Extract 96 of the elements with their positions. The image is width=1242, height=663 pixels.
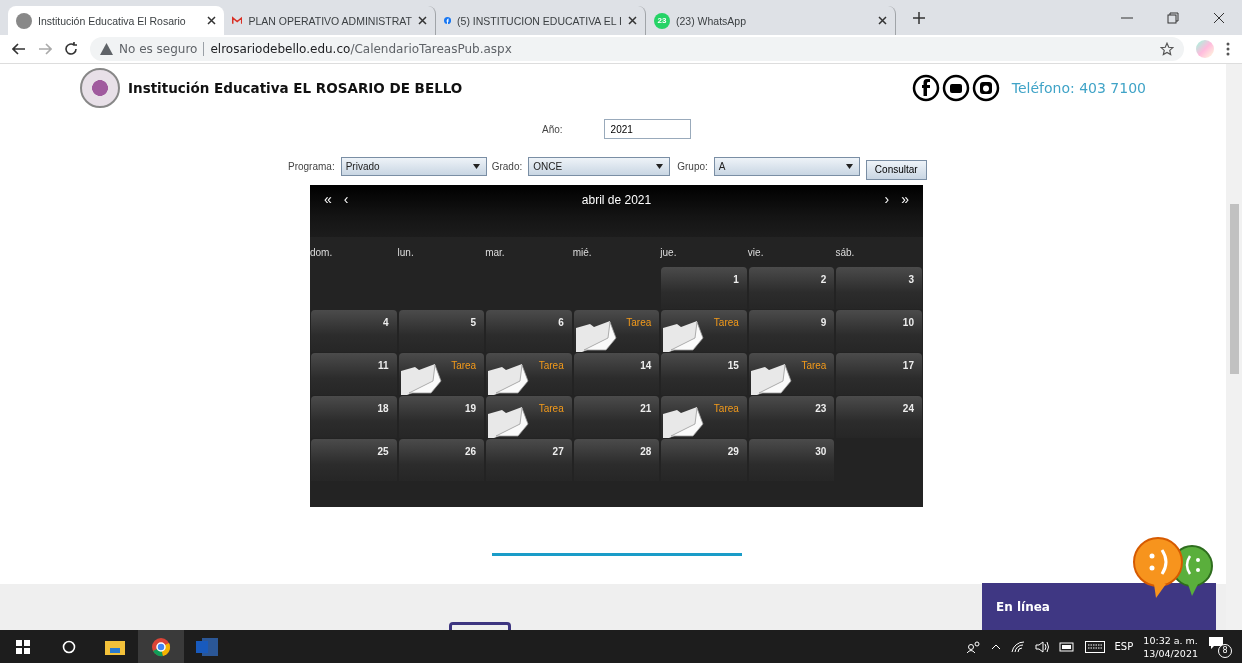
dropdown-caret-icon <box>472 163 480 169</box>
day-cell[interactable]: 1 <box>661 267 747 309</box>
weekday-label: mar. <box>485 246 506 258</box>
day-cell[interactable]: 14 <box>573 353 660 395</box>
star-icon[interactable] <box>1160 42 1174 56</box>
close-tab-icon[interactable] <box>418 16 427 25</box>
battery-icon[interactable] <box>1058 641 1075 652</box>
message-icon <box>1208 635 1224 650</box>
group-label: Grupo: <box>677 160 708 172</box>
day-cell[interactable]: 29 <box>661 439 747 481</box>
task-day-cell[interactable]: Tarea <box>661 396 747 438</box>
browser-app-icon[interactable] <box>138 630 184 663</box>
weekday-label: sáb. <box>835 246 856 258</box>
weekday-label: mié. <box>572 246 593 258</box>
day-cell[interactable]: 26 <box>398 439 485 481</box>
video-icon[interactable] <box>941 73 970 102</box>
day-cell[interactable]: 25 <box>311 439 397 481</box>
warning-icon <box>100 43 113 55</box>
task-day-cell[interactable]: Tarea <box>748 353 835 395</box>
notifications-button[interactable]: 8 <box>1208 635 1232 658</box>
school-logo-icon <box>16 12 32 29</box>
address-bar[interactable]: No es seguro elrosariodebello.edu.co/CalendarioTareasPub.aspx <box>90 37 1184 61</box>
speaker-icon[interactable] <box>1034 640 1049 653</box>
weekday-label: vie. <box>747 246 765 258</box>
facebook-icon[interactable] <box>911 73 940 102</box>
consultar-button[interactable]: Consultar <box>865 159 927 180</box>
wifi-icon[interactable] <box>1010 640 1025 653</box>
close-tab-icon[interactable] <box>878 16 887 25</box>
day-cell[interactable]: 30 <box>748 439 835 481</box>
task-day-cell[interactable]: Tarea <box>573 310 660 352</box>
day-cell[interactable]: 17 <box>836 353 922 395</box>
caret-up-icon[interactable] <box>990 643 1001 650</box>
next-year-button[interactable]: » <box>895 185 915 213</box>
day-cell[interactable]: 23 <box>748 396 835 438</box>
close-tab-icon[interactable] <box>628 16 637 25</box>
clock[interactable]: 10:32 a. m. 13/04/2021 <box>1143 633 1198 660</box>
back-arrow-icon[interactable] <box>12 43 26 55</box>
close-tab-icon[interactable] <box>207 16 216 25</box>
weekday-label: dom. <box>310 246 334 258</box>
task-day-cell[interactable]: Tarea <box>486 353 572 395</box>
day-cell[interactable]: 15 <box>661 353 747 395</box>
mail-icon <box>232 15 243 26</box>
day-cell[interactable]: 4 <box>311 310 397 352</box>
day-cell[interactable]: 2 <box>748 267 835 309</box>
group-select[interactable]: A <box>713 156 860 176</box>
chat-widget[interactable]: En línea <box>982 583 1216 630</box>
year-input[interactable]: 2021 <box>603 119 691 139</box>
new-tab-icon[interactable] <box>913 11 925 24</box>
language-indicator[interactable]: ESP <box>1114 641 1134 652</box>
close-icon[interactable] <box>1213 11 1225 24</box>
day-cell[interactable]: 3 <box>836 267 922 309</box>
grade-select[interactable]: ONCE <box>528 156 671 176</box>
day-cell[interactable]: 28 <box>573 439 660 481</box>
security-label: No es seguro <box>119 42 198 56</box>
day-cell[interactable]: 19 <box>398 396 485 438</box>
url-text: elrosariodebello.edu.co/CalendarioTareasPub.aspx <box>210 42 512 56</box>
task-day-cell[interactable]: Tarea <box>486 396 572 438</box>
reload-icon[interactable] <box>64 42 78 56</box>
phone-number: Teléfono: 403 7100 <box>1011 79 1146 96</box>
camera-icon[interactable] <box>971 73 1000 102</box>
task-day-cell[interactable]: Tarea <box>661 310 747 352</box>
weekday-label: jue. <box>660 246 678 258</box>
program-label: Programa: <box>288 160 335 172</box>
scrollbar[interactable] <box>1226 64 1242 630</box>
menu-icon[interactable] <box>1226 42 1230 56</box>
calendar-title: abril de 2021 <box>580 192 653 207</box>
dropdown-caret-icon <box>845 163 853 169</box>
grade-label: Grado: <box>491 160 523 172</box>
browser-tab[interactable]: (5) INSTITUCION EDUCATIVA EL I <box>436 6 646 35</box>
weekday-label: lun. <box>397 246 415 258</box>
browser-tab[interactable]: 23 (23) WhatsApp <box>646 6 896 35</box>
restore-icon[interactable] <box>1167 11 1179 24</box>
site-title: Institución Educativa EL ROSARIO DE BELLO <box>128 79 463 96</box>
day-cell[interactable]: 5 <box>398 310 485 352</box>
prev-year-button[interactable]: « <box>318 185 338 213</box>
browser-tab[interactable]: Institución Educativa El Rosario <box>8 6 224 35</box>
prev-month-button[interactable]: ‹ <box>337 185 355 213</box>
keyboard-icon[interactable] <box>1084 640 1105 653</box>
browser-tab[interactable]: PLAN OPERATIVO ADMINISTRAT <box>224 6 436 35</box>
dropdown-caret-icon <box>656 163 664 169</box>
people-icon[interactable] <box>966 640 981 653</box>
day-cell[interactable]: 6 <box>486 310 572 352</box>
notification-count: 8 <box>1218 643 1232 658</box>
year-label: Año: <box>542 123 563 135</box>
day-cell[interactable]: 27 <box>486 439 572 481</box>
task-day-cell[interactable]: Tarea <box>398 353 485 395</box>
program-select[interactable]: Privado <box>340 156 487 176</box>
day-cell[interactable]: 11 <box>311 353 397 395</box>
day-cell[interactable]: 9 <box>748 310 835 352</box>
day-cell[interactable]: 24 <box>836 396 922 438</box>
school-logo <box>80 67 120 108</box>
chat-badge: 23 <box>654 12 670 29</box>
day-cell[interactable]: 10 <box>836 310 922 352</box>
day-cell[interactable]: 18 <box>311 396 397 438</box>
day-cell[interactable]: 21 <box>573 396 660 438</box>
next-month-button[interactable]: › <box>878 185 896 213</box>
